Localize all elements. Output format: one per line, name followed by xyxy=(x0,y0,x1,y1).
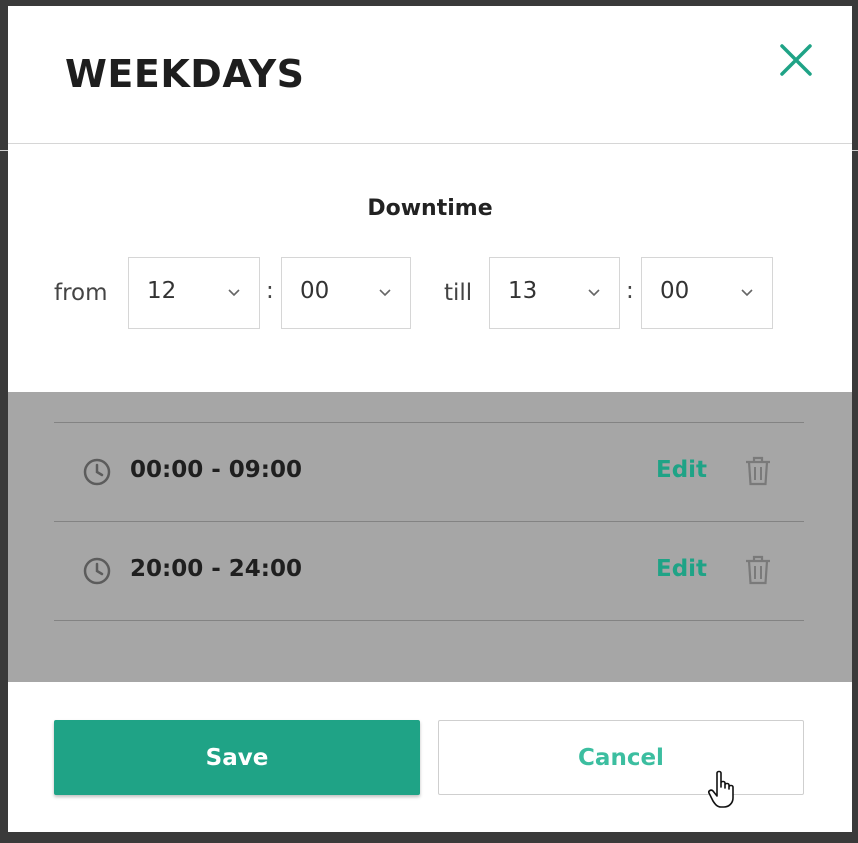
dialog-title: WEEKDAYS xyxy=(65,52,305,96)
close-icon xyxy=(780,44,812,76)
from-label: from xyxy=(54,280,108,306)
from-minute-select[interactable]: 00 xyxy=(281,257,411,329)
dialog-header: WEEKDAYS xyxy=(8,6,852,144)
time-separator: : xyxy=(626,278,634,304)
chevron-down-icon xyxy=(228,289,240,297)
cancel-button[interactable]: Cancel xyxy=(438,720,804,795)
from-hour-select[interactable]: 12 xyxy=(128,257,260,329)
trash-icon[interactable] xyxy=(744,455,772,487)
save-button[interactable]: Save xyxy=(54,720,420,795)
from-hour-value: 12 xyxy=(147,278,177,304)
list-divider xyxy=(54,620,804,621)
downtime-list: 00:00 - 09:00 Edit 20:00 - 24:00 Edit xyxy=(8,392,852,682)
chevron-down-icon xyxy=(588,289,600,297)
clock-icon xyxy=(83,557,111,585)
downtime-heading: Downtime xyxy=(367,196,493,221)
till-minute-value: 00 xyxy=(660,278,690,304)
background-divider xyxy=(852,150,858,151)
interval-range: 00:00 - 09:00 xyxy=(130,457,302,483)
till-label: till xyxy=(444,280,473,306)
clock-icon xyxy=(83,458,111,486)
chevron-down-icon xyxy=(379,289,391,297)
close-button[interactable] xyxy=(778,42,814,78)
edit-button[interactable]: Edit xyxy=(656,556,707,582)
chevron-down-icon xyxy=(741,289,753,297)
list-item: 00:00 - 09:00 Edit xyxy=(54,423,804,521)
till-hour-select[interactable]: 13 xyxy=(489,257,620,329)
trash-icon[interactable] xyxy=(744,554,772,586)
edit-button[interactable]: Edit xyxy=(656,457,707,483)
till-minute-select[interactable]: 00 xyxy=(641,257,773,329)
weekdays-dialog: WEEKDAYS Downtime from 12 : 00 till 13 :… xyxy=(8,6,852,832)
background-divider xyxy=(0,150,8,151)
list-item: 20:00 - 24:00 Edit xyxy=(54,522,804,620)
time-separator: : xyxy=(266,278,274,304)
interval-range: 20:00 - 24:00 xyxy=(130,556,302,582)
hand-cursor-icon xyxy=(708,770,734,808)
from-minute-value: 00 xyxy=(300,278,330,304)
till-hour-value: 13 xyxy=(508,278,538,304)
